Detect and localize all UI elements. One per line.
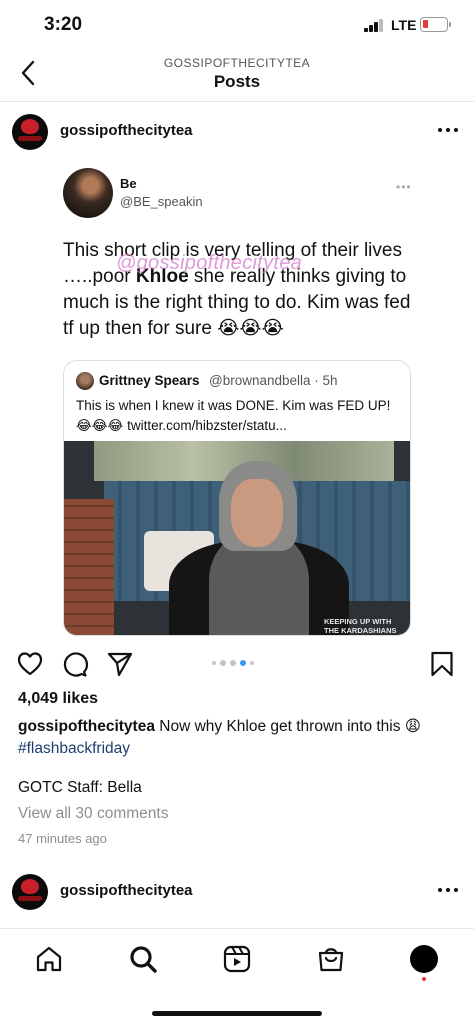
share-button[interactable] <box>106 650 134 678</box>
caption-username[interactable]: gossipofthecitytea <box>18 718 155 735</box>
video-thumbnail: KEEPING UP WITH THE KARDASHIANS <box>64 441 410 635</box>
carousel-indicator <box>212 660 254 666</box>
video-caption: KEEPING UP WITH THE KARDASHIANS <box>324 617 397 635</box>
save-button[interactable] <box>428 650 456 678</box>
notification-dot <box>422 977 426 981</box>
tweet-avatar <box>63 168 113 218</box>
tab-home[interactable] <box>33 943 65 975</box>
like-button[interactable] <box>16 650 44 678</box>
carousel-dot <box>220 660 226 666</box>
tab-reels[interactable] <box>221 943 253 975</box>
send-icon <box>107 652 133 677</box>
tab-bar <box>0 928 474 1025</box>
view-comments-link[interactable]: View all 30 comments <box>18 805 168 823</box>
carousel-dot <box>230 660 236 666</box>
search-icon <box>130 946 157 973</box>
quoted-tweet: Grittney Spears @brownandbella · 5h This… <box>63 360 411 636</box>
profile-avatar[interactable] <box>410 945 438 973</box>
more-options-button[interactable] <box>438 880 458 900</box>
status-time: 3:20 <box>44 14 83 35</box>
quote-avatar <box>76 372 94 390</box>
signal-icon <box>364 19 384 32</box>
battery-level <box>423 20 428 28</box>
post-username[interactable]: gossipofthecitytea <box>60 122 193 139</box>
home-indicator <box>152 1011 322 1016</box>
next-post-header: gossipofthecitytea <box>0 862 474 922</box>
tab-search[interactable] <box>127 943 159 975</box>
tweet-menu-icon: ••• <box>396 180 412 194</box>
comment-button[interactable] <box>61 650 89 678</box>
post-timestamp: 47 minutes ago <box>18 831 107 846</box>
post-actions <box>0 646 474 682</box>
battery-icon <box>420 17 451 32</box>
carousel-dot <box>212 661 216 665</box>
avatar[interactable] <box>12 874 48 910</box>
status-bar: 3:20 LTE <box>0 0 474 50</box>
quote-author-name: Grittney Spears <box>99 373 200 388</box>
avatar[interactable] <box>12 114 48 150</box>
carousel-dot-active <box>240 660 246 666</box>
post-header: gossipofthecitytea <box>0 102 474 162</box>
quote-text: This is when I knew it was DONE. Kim was… <box>76 398 391 433</box>
bookmark-icon <box>431 651 453 677</box>
watermark: @gossipofthecitytea <box>116 252 303 274</box>
nav-header: GOSSIPOFTHECITYTEA Posts <box>0 50 474 102</box>
page-title: Posts <box>213 72 261 91</box>
carousel-dot <box>250 661 254 665</box>
tab-shop[interactable] <box>315 943 347 975</box>
post-media[interactable]: Be @BE_speakin ••• This short clip is ve… <box>0 162 474 636</box>
hashtag-link[interactable]: #flashbackfriday <box>18 740 130 757</box>
network-label: LTE <box>391 17 417 33</box>
likes-count[interactable]: 4,049 likes <box>18 690 98 708</box>
quote-meta: @brownandbella · 5h <box>209 373 338 388</box>
tweet-handle: @BE_speakin <box>120 194 203 209</box>
shop-icon <box>318 948 344 972</box>
home-icon <box>36 946 62 972</box>
account-label: GOSSIPOFTHECITYTEA <box>163 56 311 70</box>
staff-credit: GOTC Staff: Bella <box>18 779 142 796</box>
comment-icon <box>63 652 89 677</box>
more-options-button[interactable] <box>438 120 458 140</box>
heart-icon <box>17 652 43 676</box>
post-username[interactable]: gossipofthecitytea <box>60 882 193 899</box>
tweet-author-name: Be <box>120 176 137 191</box>
reels-icon <box>223 945 251 973</box>
post-caption: gossipofthecitytea Now why Khloe get thr… <box>18 718 421 757</box>
